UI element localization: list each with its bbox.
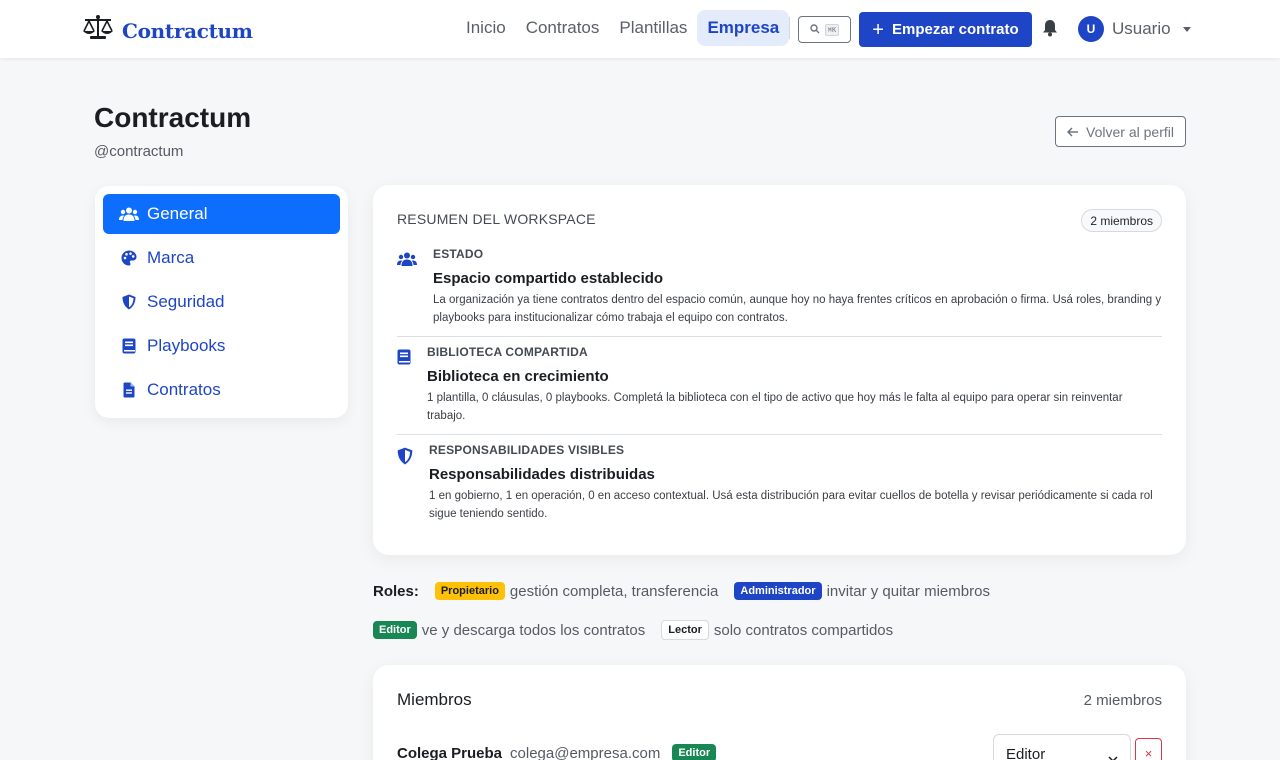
member-email: colega@empresa.com — [510, 744, 661, 760]
users-icon — [397, 251, 417, 272]
summary-item-label: BIBLIOTECA COMPARTIDA — [427, 345, 588, 359]
sidebar-item-label: Seguridad — [147, 292, 225, 311]
member-role-badge: Editor — [672, 744, 717, 760]
role-description: invitar y quitar miembros — [826, 582, 990, 600]
page-title: Contractum — [94, 102, 252, 133]
sidebar-item-label: Marca — [147, 248, 195, 267]
member-row: Colega Prueba colega@empresa.com Editor — [397, 744, 721, 760]
role-description: solo contratos compartidos — [713, 621, 894, 639]
summary-item-title: Espacio compartido establecido — [433, 270, 664, 287]
sidebar-item-contratos[interactable]: Contratos — [103, 370, 340, 410]
brand-name: Contractum — [122, 18, 253, 43]
palette-icon — [119, 248, 139, 268]
members-card: Miembros 2 miembros Colega Prueba colega… — [373, 665, 1186, 760]
book-icon — [119, 336, 139, 356]
settings-sidebar: General Marca Seguridad Playbooks Contra… — [95, 186, 348, 418]
summary-item-biblioteca: BIBLIOTECA COMPARTIDA Biblioteca en crec… — [397, 345, 1162, 425]
brand-link[interactable]: Contractum — [82, 14, 253, 47]
start-contract-button[interactable]: + Empezar contrato — [859, 12, 1032, 47]
summary-item-label: ESTADO — [433, 247, 484, 261]
notifications-bell-icon[interactable] — [1042, 19, 1058, 42]
roles-label: Roles: — [373, 582, 419, 600]
arrow-left-icon — [1066, 124, 1079, 140]
top-navbar: Contractum Inicio Contratos Plantillas E… — [0, 0, 1280, 58]
member-role-select[interactable]: Editor — [993, 734, 1131, 760]
summary-item-description: 1 plantilla, 0 cláusulas, 0 playbooks. C… — [427, 392, 1123, 422]
remove-member-button[interactable]: × — [1135, 738, 1162, 760]
nav-plantillas[interactable]: Plantillas — [609, 10, 697, 46]
avatar: U — [1078, 16, 1104, 42]
member-role-value: Editor — [1006, 745, 1046, 760]
sidebar-item-general[interactable]: General — [103, 194, 340, 234]
members-title: Miembros — [397, 690, 472, 709]
shield-icon — [119, 292, 139, 312]
plus-icon: + — [872, 18, 884, 41]
summary-item-description: La organización ya tiene contratos dentr… — [433, 294, 1162, 324]
summary-item-label: RESPONSABILIDADES VISIBLES — [429, 443, 625, 457]
sidebar-item-playbooks[interactable]: Playbooks — [103, 326, 340, 366]
role-description: gestión completa, transferencia — [509, 582, 719, 600]
sidebar-item-seguridad[interactable]: Seguridad — [103, 282, 340, 322]
chevron-down-icon — [1108, 749, 1118, 760]
members-count: 2 miembros — [1083, 692, 1162, 709]
roles-row: Editor ve y descarga todos los contratos… — [373, 619, 1006, 641]
divider — [397, 434, 1162, 435]
search-button[interactable]: ⌘K — [798, 16, 851, 43]
search-shortcut: ⌘K — [824, 23, 840, 36]
sidebar-item-marca[interactable]: Marca — [103, 238, 340, 278]
sidebar-item-label: Contratos — [147, 380, 221, 399]
roles-row: Roles: Propietario gestión completa, tra… — [373, 580, 1006, 602]
users-icon — [119, 204, 139, 224]
scales-icon — [82, 14, 114, 47]
members-count-badge: 2 miembros — [1081, 209, 1162, 232]
summary-item-responsabilidades: RESPONSABILIDADES VISIBLES Responsabilid… — [397, 443, 1162, 523]
divider — [397, 336, 1162, 337]
nav-contratos[interactable]: Contratos — [516, 10, 610, 46]
file-icon — [119, 380, 139, 400]
chevron-down-icon — [1182, 26, 1191, 32]
member-name: Colega Prueba — [397, 744, 503, 760]
role-badge-reader: Lector — [661, 620, 709, 640]
role-badge-admin: Administrador — [734, 582, 822, 600]
main-nav: Inicio Contratos Plantillas Empresa — [456, 10, 790, 46]
role-badge-editor: Editor — [373, 621, 417, 639]
back-to-profile-label: Volver al perfil — [1086, 123, 1174, 140]
summary-item-title: Biblioteca en crecimiento — [427, 368, 609, 385]
nav-divider — [789, 17, 790, 39]
role-badge-owner: Propietario — [434, 582, 505, 600]
back-to-profile-button[interactable]: Volver al perfil — [1055, 116, 1186, 147]
nav-inicio[interactable]: Inicio — [456, 10, 516, 46]
summary-item-estado: ESTADO Espacio compartido establecido La… — [397, 247, 1162, 327]
summary-item-title: Responsabilidades distribuidas — [429, 466, 655, 483]
user-menu[interactable]: U Usuario — [1078, 16, 1191, 42]
sidebar-item-label: General — [147, 204, 208, 223]
sidebar-item-label: Playbooks — [147, 336, 226, 355]
workspace-handle: @contractum — [94, 143, 184, 160]
search-icon — [810, 21, 820, 39]
workspace-summary-card: RESUMEN DEL WORKSPACE 2 miembros ESTADO … — [373, 185, 1186, 555]
roles-legend: Roles: Propietario gestión completa, tra… — [373, 580, 1006, 641]
book-icon — [397, 349, 411, 370]
summary-item-description: 1 en gobierno, 1 en operación, 0 en acce… — [429, 490, 1153, 520]
nav-empresa[interactable]: Empresa — [697, 10, 790, 46]
shield-icon — [397, 447, 413, 470]
role-description: ve y descarga todos los contratos — [421, 621, 646, 639]
start-contract-label: Empezar contrato — [891, 21, 1019, 38]
summary-heading: RESUMEN DEL WORKSPACE — [397, 211, 596, 227]
user-name: Usuario — [1112, 19, 1171, 38]
